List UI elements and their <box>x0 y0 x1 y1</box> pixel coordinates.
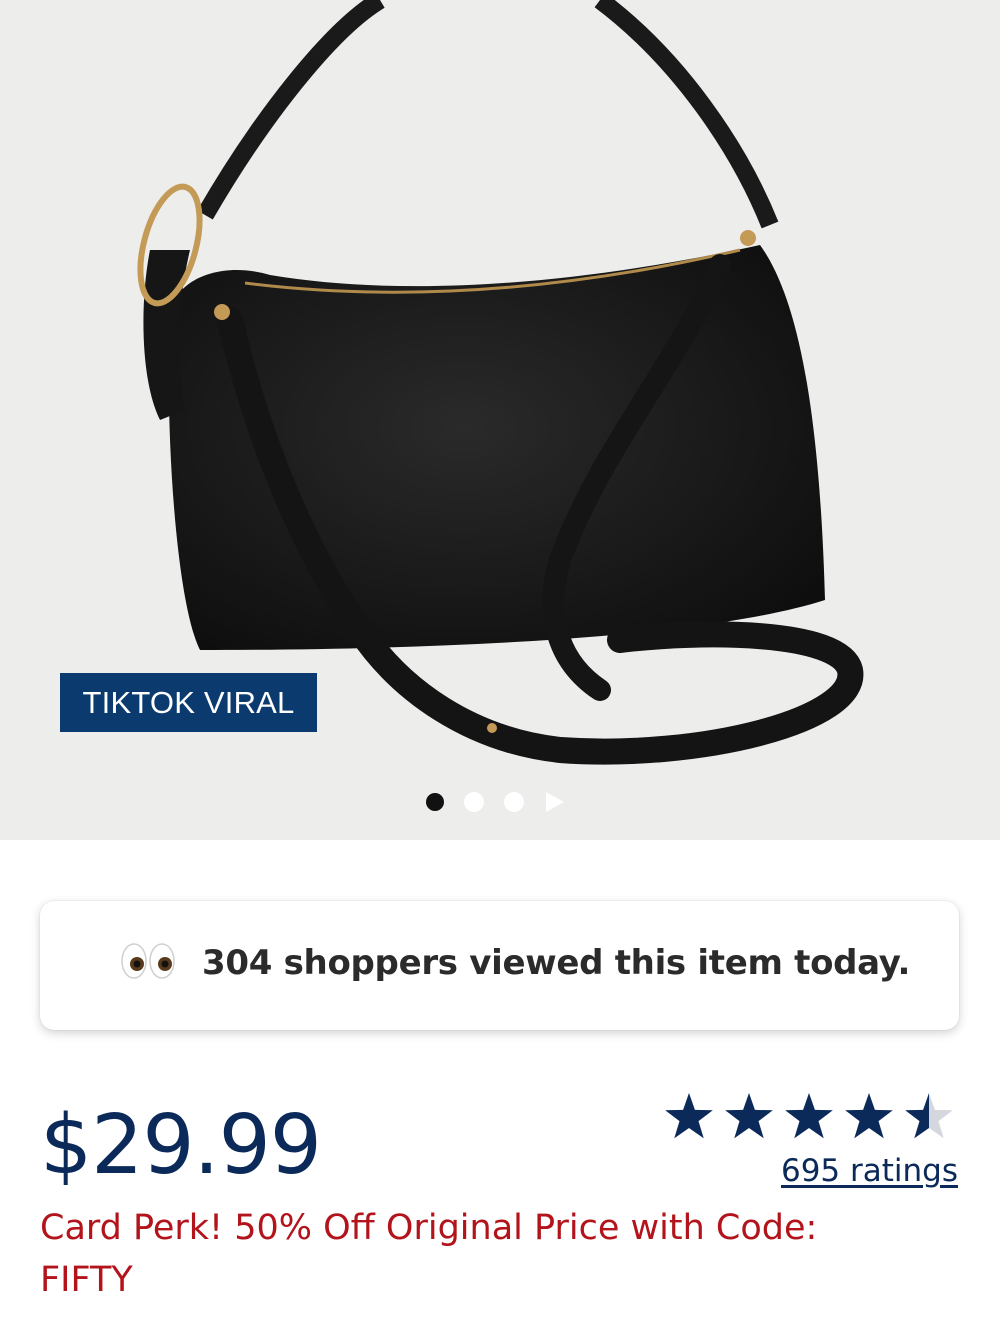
tiktok-viral-badge: TIKTOK VIRAL <box>60 673 317 732</box>
star-3 <box>785 1093 833 1139</box>
eyes-emoji-icon <box>121 943 175 979</box>
star-1 <box>665 1093 713 1139</box>
star-rating[interactable] <box>661 1090 961 1146</box>
carousel-pagination <box>426 792 564 812</box>
carousel-next-icon[interactable] <box>546 792 564 812</box>
shoppers-viewed-text: 304 shoppers viewed this item today. <box>202 943 911 983</box>
carousel-dot-3[interactable] <box>504 792 524 812</box>
carousel-dot-1[interactable] <box>426 793 444 811</box>
product-image-carousel[interactable]: TIKTOK VIRAL <box>0 0 1000 840</box>
product-price: $29.99 <box>40 1098 322 1193</box>
ratings-count-link[interactable]: 695 ratings <box>781 1153 958 1189</box>
shoppers-viewed-banner: 304 shoppers viewed this item today. <box>40 901 959 1030</box>
carousel-dot-2[interactable] <box>464 792 484 812</box>
star-4 <box>845 1093 893 1139</box>
star-2 <box>725 1093 773 1139</box>
card-perk-promo: Card Perk! 50% Off Original Price with C… <box>40 1208 818 1300</box>
